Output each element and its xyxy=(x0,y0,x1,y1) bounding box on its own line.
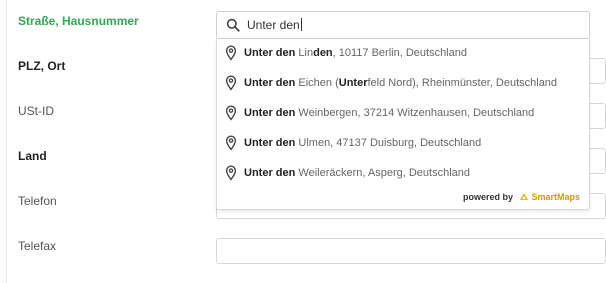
street-search-text: Unter den xyxy=(247,18,300,32)
suggestion-text: Unter den Linden, 10117 Berlin, Deutschl… xyxy=(244,47,467,59)
label-postal-city: PLZ, Ort xyxy=(18,59,66,73)
street-search-value: Unter den xyxy=(247,18,302,32)
suggestion-text: Unter den Weinbergen, 37214 Witzenhausen… xyxy=(244,107,535,119)
suggestion-item[interactable]: Unter den Ulmen, 47137 Duisburg, Deutsch… xyxy=(217,128,589,158)
map-pin-icon xyxy=(225,105,237,121)
powered-by-text: powered by xyxy=(462,192,513,202)
map-pin-icon xyxy=(225,75,237,91)
label-fax: Telefax xyxy=(18,239,57,253)
smartmaps-brand-text: SmartMaps xyxy=(531,192,580,202)
suggestion-text: Unter den Eichen (Unterfeld Nord), Rhein… xyxy=(244,77,558,89)
street-search-input[interactable]: Unter den xyxy=(216,11,590,39)
map-pin-icon xyxy=(225,165,237,181)
label-street: Straße, Hausnummer xyxy=(18,14,139,28)
fax-field[interactable] xyxy=(216,238,606,264)
search-icon xyxy=(226,18,240,32)
map-pin-icon xyxy=(225,45,237,61)
label-country: Land xyxy=(18,149,47,163)
address-form-page: Straße, Hausnummer PLZ, Ort USt-ID Land … xyxy=(0,0,606,283)
smartmaps-logo-icon xyxy=(520,193,529,200)
text-caret xyxy=(300,18,302,31)
map-pin-icon xyxy=(225,135,237,151)
suggestion-item[interactable]: Unter den Linden, 10117 Berlin, Deutschl… xyxy=(217,38,589,68)
suggestion-text: Unter den Weileräckern, Asperg, Deutschl… xyxy=(244,167,471,179)
suggestion-item[interactable]: Unter den Weileräckern, Asperg, Deutschl… xyxy=(217,158,589,188)
suggestion-text: Unter den Ulmen, 47137 Duisburg, Deutsch… xyxy=(244,137,482,149)
label-vat-id: USt-ID xyxy=(18,104,54,118)
left-divider xyxy=(6,0,7,283)
autocomplete-dropdown: Unter den Linden, 10117 Berlin, Deutschl… xyxy=(216,38,590,210)
suggestion-item[interactable]: Unter den Eichen (Unterfeld Nord), Rhein… xyxy=(217,68,589,98)
suggestion-item[interactable]: Unter den Weinbergen, 37214 Witzenhausen… xyxy=(217,98,589,128)
label-phone: Telefon xyxy=(18,194,57,208)
powered-by-attribution: powered by SmartMaps xyxy=(463,191,580,203)
